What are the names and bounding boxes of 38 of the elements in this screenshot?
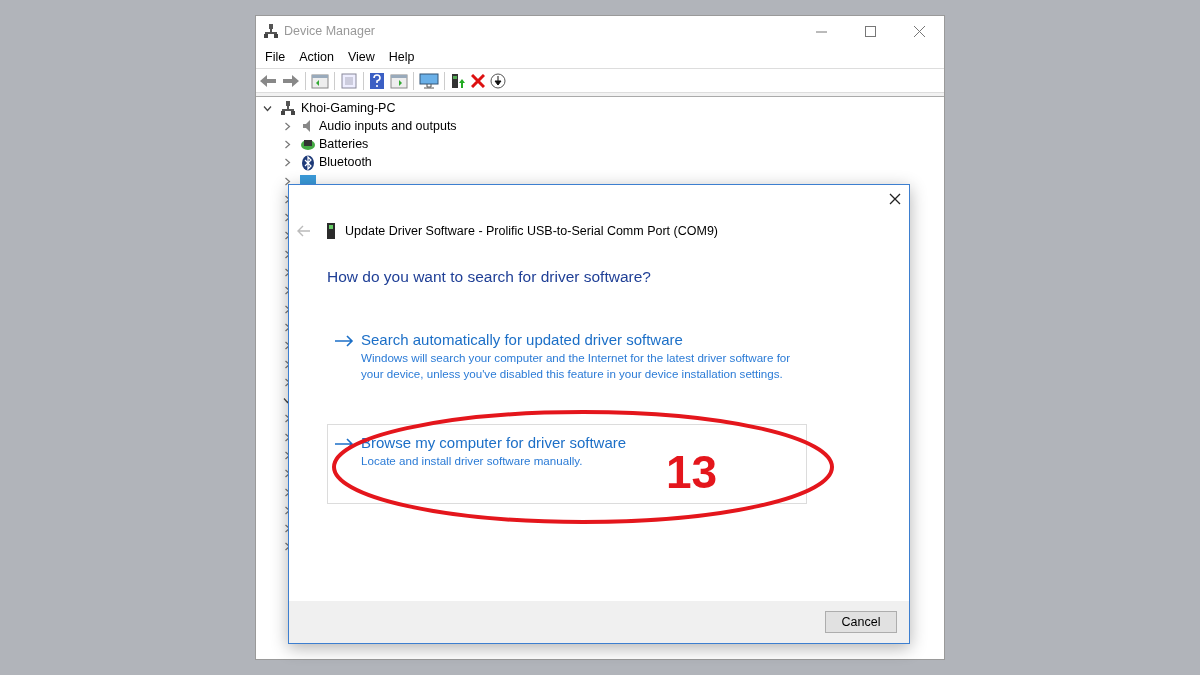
device-manager-icon (263, 23, 279, 39)
update-driver-icon[interactable] (450, 72, 466, 89)
panel-icon[interactable] (390, 72, 408, 89)
forward-arrow-icon[interactable] (282, 72, 300, 89)
download-icon[interactable] (490, 72, 506, 89)
cancel-button[interactable]: Cancel (825, 611, 897, 633)
tree-item[interactable]: Batteries (319, 135, 369, 154)
menu-item[interactable]: Help (381, 47, 422, 67)
chevron-right-icon[interactable] (283, 139, 292, 149)
dialog-title: Update Driver Software - Prolific USB-to-Serial Comm Port (COM9) (345, 222, 718, 240)
chevron-right-icon[interactable] (283, 176, 292, 186)
help-icon[interactable] (369, 72, 385, 89)
annotation-number: 13 (666, 449, 718, 495)
option-description: Windows will search your computer and the Internet for the latest driver software for your device, unless you've disabled this feature in your device installation settings. (361, 350, 792, 382)
delete-icon[interactable] (471, 73, 485, 88)
back-arrow-icon[interactable] (259, 72, 277, 89)
monitor-icon[interactable] (419, 72, 439, 89)
menu-item[interactable]: File (258, 47, 293, 67)
dialog-heading: How do you want to search for driver software? (327, 267, 652, 287)
battery-icon (300, 137, 316, 152)
window-title: Device Manager (284, 22, 375, 40)
arrow-right-icon (334, 335, 354, 348)
menu-item[interactable]: View (340, 47, 382, 67)
option-description: Locate and install driver software manually. (361, 453, 584, 469)
tree-item[interactable]: Khoi-Gaming-PC (301, 98, 396, 118)
tree-item[interactable]: Bluetooth (319, 153, 372, 173)
computer-network-icon (281, 101, 295, 115)
tree-item[interactable]: Audio inputs and outputs (319, 116, 457, 136)
close-icon[interactable] (889, 193, 901, 205)
chevron-right-icon[interactable] (283, 121, 292, 131)
option-title: Search automatically for updated driver software (361, 330, 684, 351)
chevron-right-icon[interactable] (283, 158, 292, 168)
maximize-icon[interactable] (865, 25, 876, 37)
chevron-down-icon[interactable] (263, 103, 272, 113)
menu-item[interactable]: Action (292, 47, 341, 67)
panel-icon[interactable] (311, 72, 329, 89)
bluetooth-icon (301, 154, 315, 171)
usb-device-icon (327, 223, 335, 239)
